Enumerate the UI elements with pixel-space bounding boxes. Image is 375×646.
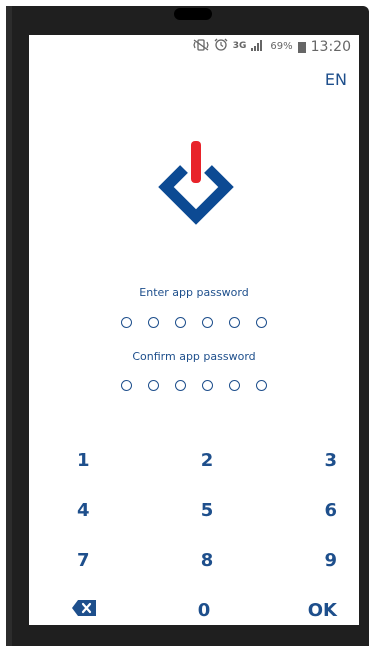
battery-percent: 69%: [270, 41, 293, 52]
password-dot: [121, 380, 132, 391]
key-1[interactable]: 1: [77, 450, 117, 471]
key-9[interactable]: 9: [297, 550, 337, 571]
keypad-row: 1 2 3: [29, 435, 359, 485]
password-dot: [229, 380, 240, 391]
key-2[interactable]: 2: [177, 450, 237, 471]
status-icons: 3G 69% 13:20: [193, 38, 351, 55]
ok-button[interactable]: OK: [297, 600, 337, 621]
mute-vibrate-icon: [193, 38, 209, 55]
password-dot: [256, 317, 267, 328]
phone-speaker: [174, 8, 212, 20]
app-screen: 3G 69% 13:20 EN Enter app password Confi…: [29, 35, 359, 625]
password-dot: [229, 317, 240, 328]
keypad-row: 7 8 9: [29, 535, 359, 585]
password-dot: [148, 317, 159, 328]
backspace-button[interactable]: [71, 599, 111, 622]
password-dot: [148, 380, 159, 391]
network-3g-icon: 3G: [232, 41, 247, 51]
key-4[interactable]: 4: [77, 500, 117, 521]
numeric-keypad: 1 2 3 4 5 6 7 8 9 0 OK: [29, 435, 359, 625]
status-bar: 3G 69% 13:20: [29, 35, 359, 59]
power-diamond-logo-icon: [154, 137, 239, 227]
enter-password-dots[interactable]: [29, 317, 359, 328]
keypad-row: 0 OK: [29, 585, 359, 625]
phone-edge: [6, 6, 12, 646]
key-7[interactable]: 7: [77, 550, 117, 571]
backspace-icon: [71, 599, 97, 617]
password-dot: [175, 317, 186, 328]
keypad-row: 4 5 6: [29, 485, 359, 535]
key-8[interactable]: 8: [177, 550, 237, 571]
confirm-password-label: Confirm app password: [132, 350, 256, 363]
password-dot: [121, 317, 132, 328]
key-3[interactable]: 3: [297, 450, 337, 471]
key-6[interactable]: 6: [297, 500, 337, 521]
battery-icon: [297, 42, 306, 53]
signal-icon: [251, 39, 265, 55]
language-selector[interactable]: EN: [325, 70, 347, 89]
alarm-icon: [214, 38, 228, 55]
password-dot: [175, 380, 186, 391]
enter-password-label: Enter app password: [139, 286, 249, 299]
confirm-password-dots[interactable]: [29, 380, 359, 391]
password-dot: [256, 380, 267, 391]
status-time: 13:20: [310, 38, 351, 55]
password-dot: [202, 380, 213, 391]
password-dot: [202, 317, 213, 328]
key-5[interactable]: 5: [177, 500, 237, 521]
key-0[interactable]: 0: [174, 600, 234, 621]
